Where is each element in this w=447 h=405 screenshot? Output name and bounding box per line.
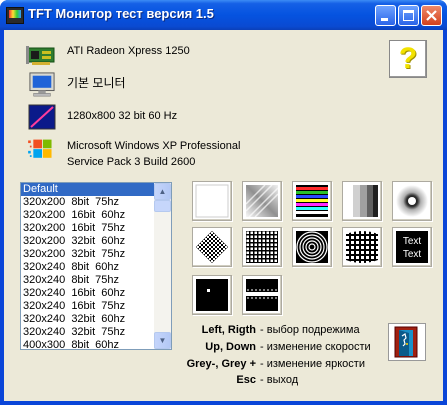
windows-logo-icon: [28, 139, 52, 158]
title-bar[interactable]: TFT Монитор тест версия 1.5: [0, 0, 447, 30]
grayscale-test-button[interactable]: [342, 181, 382, 221]
motion-bar-icon: [246, 279, 278, 311]
grid-lines-icon: [246, 231, 278, 263]
minimize-button[interactable]: [375, 5, 396, 26]
diamond-grid-test-button[interactable]: [192, 227, 232, 267]
help-mark: ?: [398, 42, 418, 75]
os-version-line2: Service Pack 3 Build 2600: [67, 156, 196, 168]
video-mode-item[interactable]: 320x240 16bit 75hz: [21, 300, 155, 313]
exit-door-icon: [394, 326, 418, 358]
os-version: Microsoft Windows XP Professional Servic…: [67, 138, 240, 170]
video-mode-item[interactable]: 320x200 32bit 75hz: [21, 248, 155, 261]
maximize-button[interactable]: [398, 5, 419, 26]
display-mode-icon: [28, 104, 56, 130]
shortcut-desc-3: - изменение яркости: [260, 358, 365, 370]
color-bars-test-button[interactable]: [292, 181, 332, 221]
text-sample-line1: Text: [403, 236, 422, 247]
text-sample-icon: Text Text: [396, 231, 428, 263]
text-test-button[interactable]: Text Text: [392, 227, 432, 267]
video-mode-item[interactable]: 320x240 16bit 60hz: [21, 287, 155, 300]
radial-gradient-icon: [396, 185, 428, 217]
shortcut-desc-4: - выход: [260, 374, 299, 386]
monitor-icon: [29, 72, 55, 97]
app-window: TFT Монитор тест версия 1.5 ATI Radeon X…: [0, 0, 447, 405]
shortcut-desc-1: - выбор подрежима: [260, 324, 360, 336]
shortcut-desc-2: - изменение скорости: [260, 341, 371, 353]
close-icon: [426, 10, 437, 21]
video-mode-item[interactable]: 320x200 32bit 60hz: [21, 235, 155, 248]
black-dot-icon: [196, 279, 228, 311]
video-mode-item[interactable]: 320x240 8bit 60hz: [21, 261, 155, 274]
close-button[interactable]: [421, 5, 442, 26]
response-time-test-button[interactable]: [242, 275, 282, 315]
main-panel: ATI Radeon Xpress 1250 기본 모니터 1280x800 3…: [4, 30, 443, 401]
white-field-icon: [195, 184, 229, 218]
video-mode-item[interactable]: 320x200 8bit 75hz: [21, 196, 155, 209]
warped-grid-icon: [346, 231, 378, 263]
shortcut-key-2: Up, Down: [205, 341, 256, 353]
diamond-grid-icon: [196, 231, 228, 263]
distortion-grid-test-button[interactable]: [342, 227, 382, 267]
diagonal-gradient-icon: [245, 184, 279, 218]
concentric-circles-icon: [296, 231, 328, 263]
maximize-icon: [403, 10, 414, 21]
grayscale-bars-icon: [346, 185, 378, 217]
shortcut-key-4: Esc: [236, 374, 256, 386]
color-stripes-icon: [296, 185, 328, 217]
scroll-thumb[interactable]: [154, 200, 171, 212]
minimize-icon: [381, 18, 388, 21]
text-sample-line2: Text: [403, 249, 422, 260]
circles-test-button[interactable]: [292, 227, 332, 267]
video-mode-item[interactable]: Default: [21, 183, 155, 196]
display-mode-text: 1280x800 32 bit 60 Hz: [67, 110, 178, 122]
white-field-test-button[interactable]: [192, 181, 232, 221]
help-button[interactable]: ?: [389, 40, 427, 78]
app-monitor-icon: [6, 7, 24, 24]
exit-button[interactable]: [388, 323, 426, 361]
arrow-up-icon: ▲: [158, 187, 167, 196]
shortcut-key-1: Left, Rigth: [201, 324, 256, 336]
video-card-name: ATI Radeon Xpress 1250: [67, 45, 190, 57]
window-title: TFT Монитор тест версия 1.5: [28, 6, 214, 21]
scroll-up-button[interactable]: ▲: [154, 183, 171, 200]
os-version-line1: Microsoft Windows XP Professional: [67, 140, 241, 152]
video-mode-item[interactable]: 320x200 16bit 75hz: [21, 222, 155, 235]
video-mode-item[interactable]: 320x200 16bit 60hz: [21, 209, 155, 222]
shortcut-key-3: Grey-, Grey +: [186, 358, 256, 370]
monitor-name: 기본 모니터: [67, 76, 126, 90]
gradient-test-button[interactable]: [242, 181, 282, 221]
dead-pixel-test-button[interactable]: [192, 275, 232, 315]
radial-gradient-test-button[interactable]: [392, 181, 432, 221]
grid-test-button[interactable]: [242, 227, 282, 267]
video-card-icon: [26, 46, 55, 65]
video-mode-item[interactable]: 320x240 8bit 75hz: [21, 274, 155, 287]
